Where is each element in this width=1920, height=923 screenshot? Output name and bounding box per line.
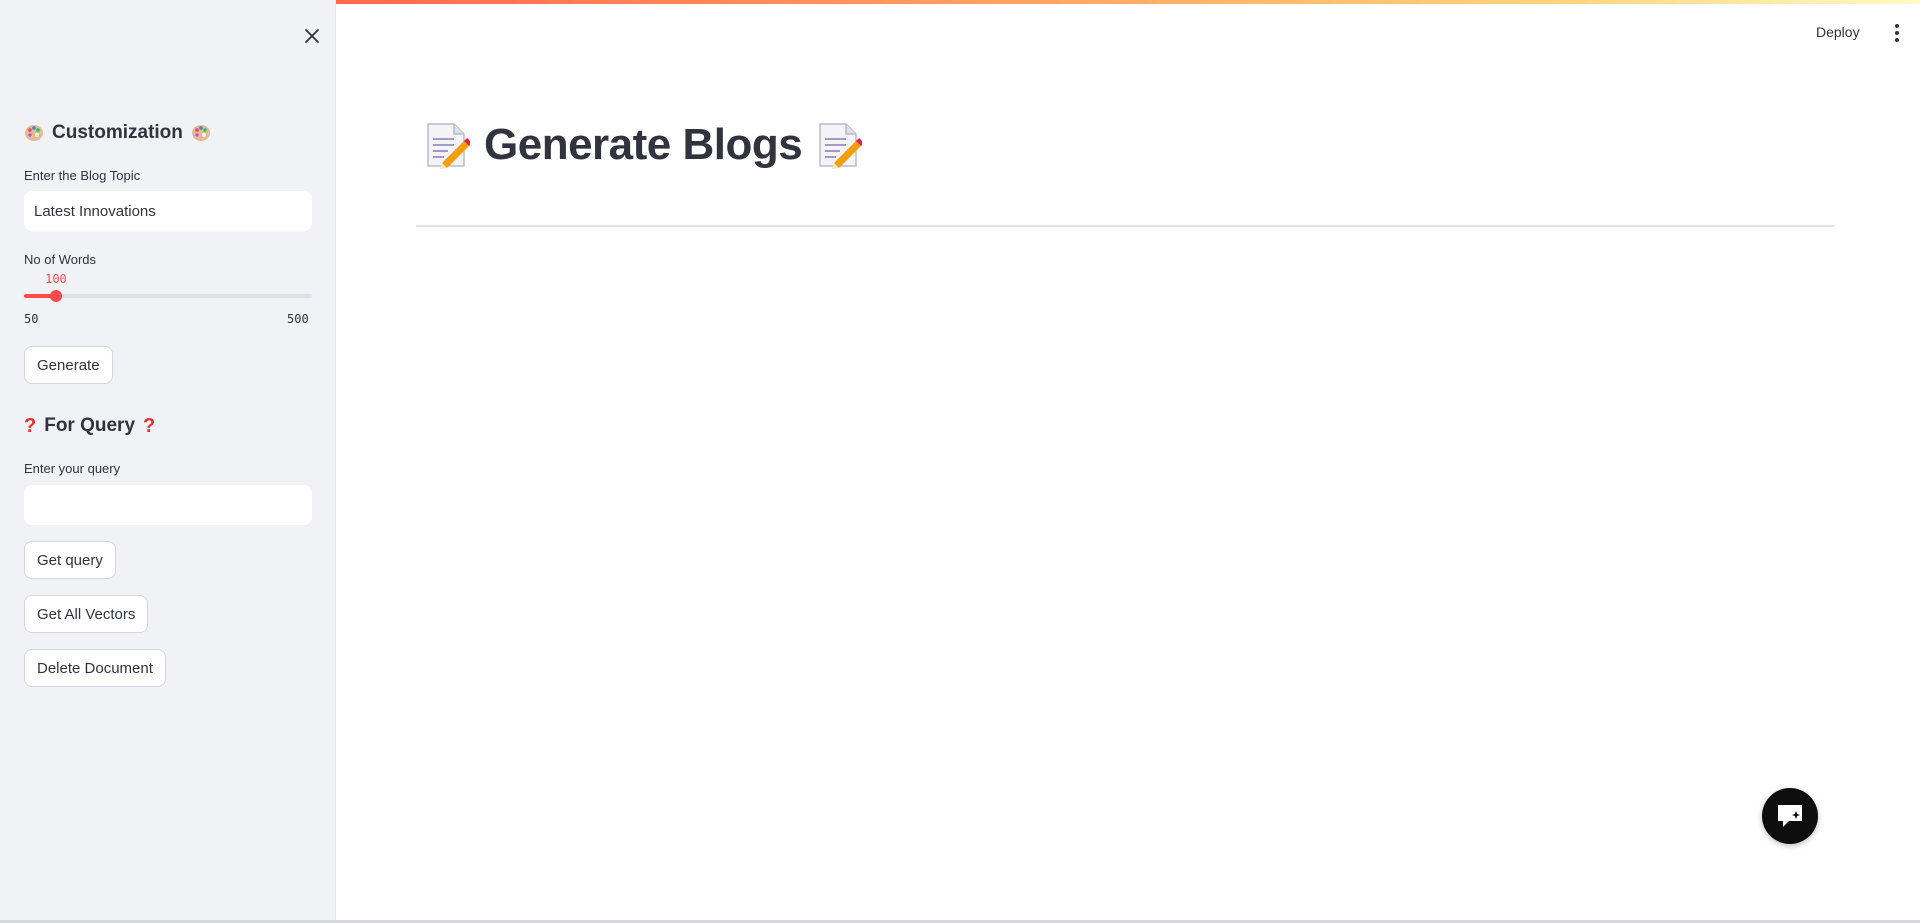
get-all-vectors-button[interactable]: Get All Vectors <box>24 595 149 633</box>
blog-topic-value: Latest Innovations <box>34 202 156 220</box>
customization-heading: Customization <box>24 122 211 144</box>
query-heading: ? For Query ? <box>24 415 155 437</box>
get-query-button[interactable]: Get query <box>24 541 116 579</box>
memo-icon <box>427 123 470 169</box>
sidebar: Customization Enter the Blog Topic Lates… <box>0 0 336 920</box>
blog-topic-label: Enter the Blog Topic <box>24 168 141 183</box>
palette-icon <box>25 125 43 141</box>
word-count-value: 100 <box>45 272 67 286</box>
query-input[interactable] <box>24 485 312 525</box>
memo-icon <box>819 123 863 169</box>
deploy-button[interactable]: Deploy <box>1816 24 1860 40</box>
word-count-label: No of Words <box>24 252 97 267</box>
slider-min-label: 50 <box>24 312 39 326</box>
delete-document-button[interactable]: Delete Document <box>24 649 166 687</box>
generate-button[interactable]: Generate <box>24 346 113 384</box>
chat-bubble-icon[interactable] <box>1762 788 1818 844</box>
question-mark-icon: ? <box>24 415 37 437</box>
query-heading-text: For Query <box>44 415 136 436</box>
title-divider <box>416 225 1835 227</box>
query-label: Enter your query <box>24 461 121 476</box>
slider-thumb[interactable] <box>49 290 62 302</box>
blog-topic-input[interactable]: Latest Innovations <box>24 191 312 231</box>
customization-heading-text: Customization <box>52 122 183 143</box>
page-title-text: Generate Blogs <box>484 120 803 169</box>
question-mark-icon: ? <box>143 415 156 437</box>
close-icon[interactable] <box>300 24 324 48</box>
kebab-menu-icon[interactable] <box>1890 22 1904 44</box>
word-count-slider[interactable] <box>24 290 312 302</box>
page-title: Generate Blogs <box>424 120 863 170</box>
slider-max-label: 500 <box>287 312 309 326</box>
palette-icon <box>191 125 210 141</box>
